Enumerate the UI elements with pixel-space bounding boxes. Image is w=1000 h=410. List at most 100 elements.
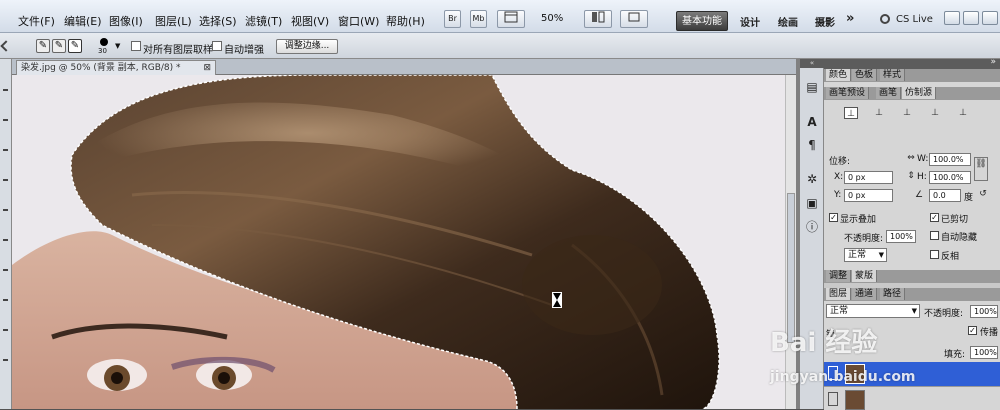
layer-row[interactable] bbox=[824, 386, 1000, 410]
layer-opacity-field[interactable]: 100% bbox=[970, 305, 998, 318]
tab-layers[interactable]: 图层 bbox=[826, 288, 852, 300]
show-overlay-label: 显示叠加 bbox=[840, 215, 877, 225]
subtract-selection-brush-icon[interactable]: ✎ bbox=[68, 39, 82, 53]
tool-icon[interactable] bbox=[3, 179, 8, 181]
link-scale-icon[interactable]: ⛓ bbox=[974, 157, 988, 181]
tool-icon[interactable] bbox=[3, 299, 8, 301]
layer-blend-select[interactable]: 正常 ▼ bbox=[826, 304, 920, 318]
angle-field[interactable]: 0.0 bbox=[929, 189, 961, 202]
tab-channels[interactable]: 通道 bbox=[852, 288, 878, 300]
width-scale-field[interactable]: 100.0% bbox=[929, 153, 971, 166]
restore-button[interactable] bbox=[963, 11, 979, 25]
menu-view[interactable]: 视图(V) bbox=[291, 13, 329, 29]
clone-source-4-icon[interactable]: ⊥ bbox=[928, 107, 942, 119]
eye-icon[interactable] bbox=[828, 392, 838, 406]
workspace-painting[interactable]: 绘画 bbox=[778, 14, 798, 29]
brush-picker-arrow-icon[interactable]: ▼ bbox=[115, 42, 120, 50]
menu-image[interactable]: 图像(I) bbox=[109, 13, 143, 29]
tab-swatches[interactable]: 色板 bbox=[852, 69, 878, 81]
tool-icon[interactable] bbox=[3, 269, 8, 271]
tab-color[interactable]: 颜色 bbox=[826, 69, 852, 81]
tool-icon[interactable] bbox=[3, 209, 8, 211]
x-offset-field[interactable]: 0 px bbox=[844, 171, 893, 184]
watermark-url: jingyan.baidu.com bbox=[770, 369, 916, 385]
paragraph-icon[interactable]: ¶ bbox=[803, 137, 821, 153]
zoom-level[interactable]: 50% bbox=[541, 13, 563, 24]
clone-source-5-icon[interactable]: ⊥ bbox=[956, 107, 970, 119]
tab-adjustments[interactable]: 调整 bbox=[826, 270, 852, 282]
history-icon[interactable]: ▤ bbox=[803, 79, 821, 95]
view-extras-button[interactable] bbox=[497, 10, 525, 28]
tool-icon[interactable] bbox=[3, 119, 8, 121]
tool-icon[interactable] bbox=[3, 329, 8, 331]
close-button[interactable] bbox=[982, 11, 998, 25]
tab-brush-presets[interactable]: 画笔预设 bbox=[826, 87, 870, 99]
menu-layer[interactable]: 图层(L) bbox=[155, 13, 192, 29]
tab-close-icon[interactable]: ⊠ bbox=[203, 61, 211, 75]
more-workspaces-button[interactable]: » bbox=[846, 11, 854, 26]
screen-mode-icon bbox=[628, 12, 640, 22]
overlay-opacity-label: 不透明度: bbox=[844, 234, 884, 244]
character-icon[interactable]: A bbox=[803, 114, 821, 130]
tab-clone-source[interactable]: 仿制源 bbox=[902, 87, 937, 99]
brush-preview-icon[interactable] bbox=[100, 38, 108, 46]
tab-masks[interactable]: 蒙版 bbox=[852, 270, 878, 282]
auto-hide-checkbox[interactable] bbox=[930, 231, 939, 240]
tab-paths[interactable]: 路径 bbox=[880, 288, 906, 300]
tab-styles[interactable]: 样式 bbox=[880, 69, 906, 81]
tool-icon[interactable] bbox=[3, 239, 8, 241]
tab-brush[interactable]: 画笔 bbox=[876, 87, 902, 99]
menu-window[interactable]: 窗口(W) bbox=[338, 13, 379, 29]
screen-mode-button[interactable] bbox=[620, 10, 648, 28]
flip-horizontal-icon[interactable]: ⇔ bbox=[904, 152, 918, 164]
menu-help[interactable]: 帮助(H) bbox=[386, 13, 425, 29]
workspace-design[interactable]: 设计 bbox=[740, 14, 760, 29]
tool-preset-icon[interactable] bbox=[0, 40, 12, 52]
sample-all-layers-checkbox[interactable] bbox=[131, 41, 141, 51]
flip-vertical-icon[interactable]: ⇕ bbox=[904, 170, 918, 182]
propagate-checkbox[interactable]: ✓ bbox=[968, 326, 977, 335]
bridge-button[interactable]: Br bbox=[444, 10, 461, 28]
fill-field[interactable]: 100% bbox=[970, 346, 998, 359]
new-selection-brush-icon[interactable]: ✎ bbox=[36, 39, 50, 53]
clone-source-2-icon[interactable]: ⊥ bbox=[872, 107, 886, 119]
invert-checkbox[interactable] bbox=[930, 250, 939, 259]
document-canvas[interactable] bbox=[12, 75, 785, 409]
workspace-essentials[interactable]: 基本功能 bbox=[676, 11, 728, 31]
workspace-photography[interactable]: 摄影 bbox=[815, 14, 835, 29]
cslive-button[interactable]: CS Live bbox=[896, 14, 933, 25]
clone-source-icon[interactable]: ✲ bbox=[803, 171, 821, 187]
auto-enhance-checkbox[interactable] bbox=[212, 41, 222, 51]
auto-enhance-label: 自动增强 bbox=[224, 45, 264, 56]
reset-transform-icon[interactable]: ↺ bbox=[976, 188, 990, 200]
clone-source-1-icon[interactable]: ⊥ bbox=[844, 107, 858, 119]
info-icon[interactable]: ⓘ bbox=[803, 219, 821, 235]
tool-icon[interactable] bbox=[3, 89, 8, 91]
image-icon[interactable]: ▣ bbox=[803, 195, 821, 211]
layer-blend-value: 正常 bbox=[830, 306, 849, 316]
menu-edit[interactable]: 编辑(E) bbox=[64, 13, 102, 29]
tool-icon[interactable] bbox=[3, 359, 8, 361]
refine-edge-button[interactable]: 调整边缘... bbox=[276, 39, 338, 54]
minimize-button[interactable] bbox=[944, 11, 960, 25]
document-tab[interactable]: 染发.jpg @ 50% (背景 副本, RGB/8) * ⊠ bbox=[16, 60, 216, 75]
collapse-dock-icon[interactable]: « bbox=[800, 59, 824, 68]
y-offset-field[interactable]: 0 px bbox=[844, 189, 893, 202]
overlay-blend-select[interactable]: 正常 ▼ bbox=[844, 248, 887, 262]
clone-source-3-icon[interactable]: ⊥ bbox=[900, 107, 914, 119]
height-scale-field[interactable]: 100.0% bbox=[929, 171, 971, 184]
show-overlay-checkbox[interactable]: ✓ bbox=[829, 213, 838, 222]
arrange-documents-button[interactable] bbox=[584, 10, 612, 28]
menu-filter[interactable]: 滤镜(T) bbox=[245, 13, 282, 29]
add-selection-brush-icon[interactable]: ✎ bbox=[52, 39, 66, 53]
clipped-checkbox[interactable]: ✓ bbox=[930, 213, 939, 222]
menu-select[interactable]: 选择(S) bbox=[199, 13, 237, 29]
x-label: X: bbox=[834, 172, 844, 182]
overlay-opacity-field[interactable]: 100% bbox=[886, 230, 916, 243]
expand-panels-icon[interactable]: » bbox=[990, 57, 996, 67]
scrollbar-thumb[interactable] bbox=[787, 193, 795, 343]
menu-file[interactable]: 文件(F) bbox=[18, 13, 55, 29]
tool-icon[interactable] bbox=[3, 149, 8, 151]
w-label: W: bbox=[917, 154, 929, 164]
mini-bridge-button[interactable]: Mb bbox=[470, 10, 487, 28]
